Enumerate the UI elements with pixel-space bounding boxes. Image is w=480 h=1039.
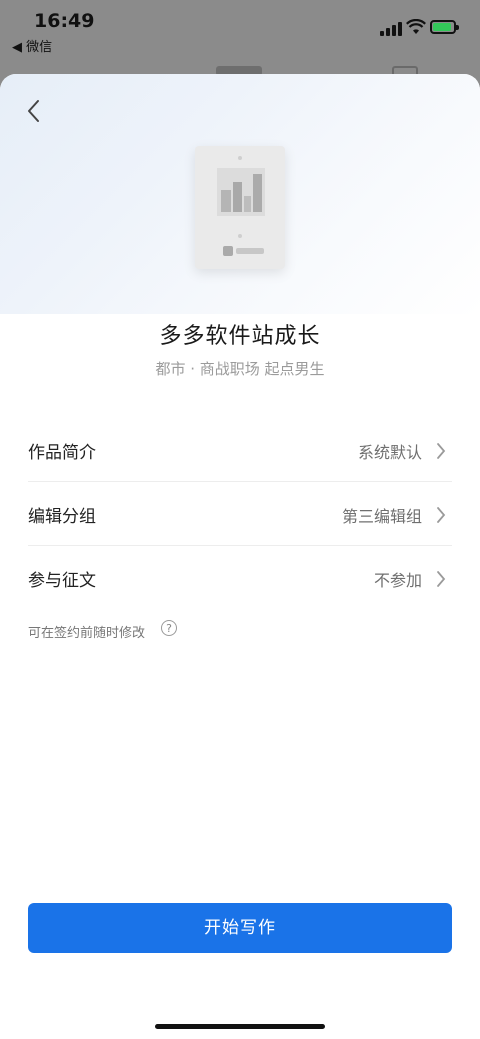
chevron-right-icon — [437, 443, 446, 459]
row-label: 编辑分组 — [28, 507, 96, 527]
chevron-right-icon — [437, 571, 446, 587]
row-value: 第三编辑组 — [341, 507, 422, 526]
city-skyline-icon — [217, 168, 265, 216]
cellular-signal-icon — [380, 20, 402, 36]
pen-badge-icon — [223, 246, 233, 256]
back-chevron-icon[interactable] — [22, 96, 46, 126]
status-time: 16:49 — [34, 10, 95, 32]
status-bar: 16:49 ◀ 微信 — [0, 0, 480, 64]
help-question-icon[interactable]: ? — [161, 620, 177, 636]
wifi-icon — [406, 19, 426, 34]
row-value: 系统默认 — [357, 443, 422, 462]
battery-icon — [430, 20, 459, 34]
row-label: 作品简介 — [28, 443, 96, 463]
row-synopsis[interactable]: 作品简介 系统默认 — [28, 418, 452, 482]
book-meta: 都市 · 商战职场 起点男生 — [155, 360, 325, 378]
row-editor-group[interactable]: 编辑分组 第三编辑组 — [28, 482, 452, 546]
home-indicator[interactable] — [155, 1024, 325, 1029]
modify-hint: 可在签约前随时修改 — [28, 626, 146, 641]
book-title: 多多软件站成长 — [159, 324, 321, 349]
row-value: 不参加 — [373, 571, 422, 590]
start-writing-button[interactable]: 开始写作 — [28, 903, 452, 953]
row-label: 参与征文 — [28, 571, 96, 591]
cover-brand-mark — [236, 248, 264, 254]
chevron-right-icon — [437, 507, 446, 523]
book-cover[interactable] — [195, 146, 285, 269]
back-to-wechat-link[interactable]: ◀ 微信 — [12, 36, 52, 55]
bottom-sheet: 多多软件站成长 都市 · 商战职场 起点男生 作品简介 系统默认 编辑分组 第三… — [0, 74, 480, 1039]
row-contest[interactable]: 参与征文 不参加 — [28, 546, 452, 610]
